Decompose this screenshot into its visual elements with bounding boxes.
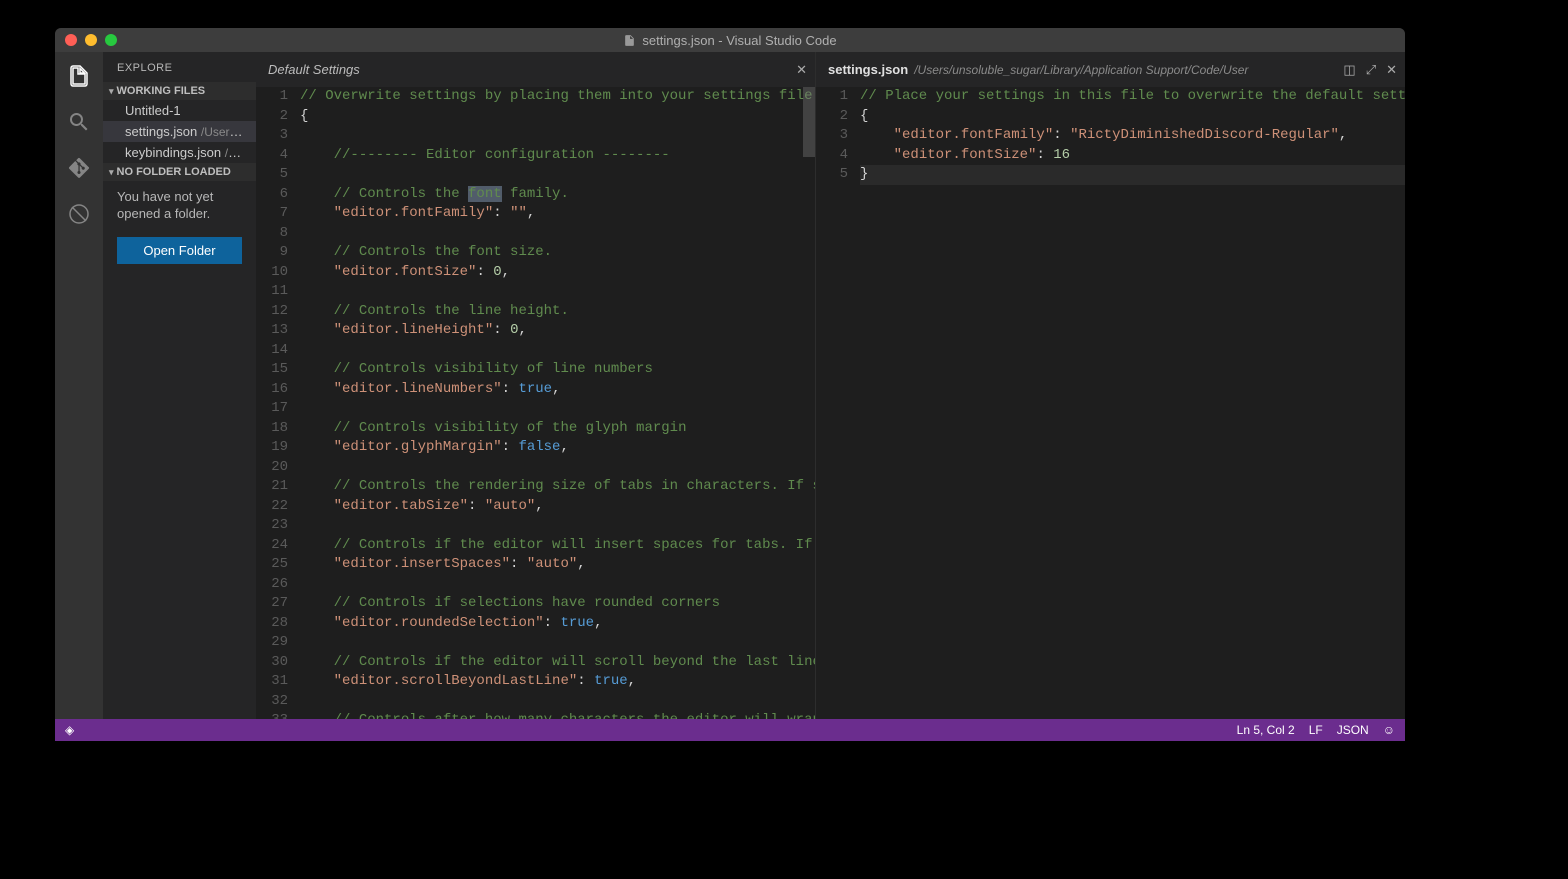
working-file-item[interactable]: Untitled-1	[103, 100, 256, 121]
main-area: EXPLORE ▾ WORKING FILES Untitled-1settin…	[55, 52, 1405, 719]
no-folder-label: NO FOLDER LOADED	[117, 166, 231, 178]
working-file-item[interactable]: settings.json /Users/u...	[103, 121, 256, 142]
minimize-window-button[interactable]	[85, 34, 97, 46]
open-folder-button[interactable]: Open Folder	[117, 237, 242, 264]
tab-bar-left: Default Settings ✕	[256, 52, 815, 87]
explorer-icon[interactable]	[65, 62, 93, 90]
activity-bar	[55, 52, 103, 719]
file-icon	[623, 34, 636, 47]
no-folder-message: You have not yet opened a folder.	[103, 181, 256, 231]
working-files-list: Untitled-1settings.json /Users/u...keybi…	[103, 100, 256, 163]
editors-container: Default Settings ✕ 123456789101112131415…	[256, 52, 1405, 719]
status-eol[interactable]: LF	[1309, 723, 1323, 737]
tab-default-settings[interactable]: Default Settings	[268, 62, 360, 77]
working-files-label: WORKING FILES	[117, 85, 206, 97]
status-git-icon[interactable]: ◈	[65, 723, 74, 737]
sidebar: EXPLORE ▾ WORKING FILES Untitled-1settin…	[103, 52, 256, 719]
editor-pane-right: settings.json /Users/unsoluble_sugar/Lib…	[816, 52, 1405, 719]
chevron-down-icon: ▾	[109, 167, 114, 178]
scrollbar-vertical[interactable]	[803, 87, 815, 157]
chevron-down-icon: ▾	[109, 86, 114, 97]
close-tab-icon[interactable]: ✕	[796, 62, 807, 78]
debug-icon[interactable]	[65, 200, 93, 228]
status-feedback-icon[interactable]: ☺	[1383, 723, 1395, 737]
line-gutter: 12345	[816, 87, 860, 719]
line-gutter: 1234567891011121314151617181920212223242…	[256, 87, 300, 719]
tab-settings-json[interactable]: settings.json	[828, 62, 908, 77]
close-tab-icon[interactable]: ✕	[1386, 62, 1397, 78]
sidebar-title: EXPLORE	[103, 52, 256, 82]
editor-pane-left: Default Settings ✕ 123456789101112131415…	[256, 52, 816, 719]
tab-bar-right: settings.json /Users/unsoluble_sugar/Lib…	[816, 52, 1405, 87]
code-content: // Overwrite settings by placing them in…	[300, 87, 815, 719]
code-editor-left[interactable]: 1234567891011121314151617181920212223242…	[256, 87, 815, 719]
open-file-icon[interactable]: ⤢	[1366, 62, 1376, 78]
tab-path: /Users/unsoluble_sugar/Library/Applicati…	[914, 63, 1248, 77]
working-files-header[interactable]: ▾ WORKING FILES	[103, 82, 256, 100]
vscode-window: settings.json - Visual Studio Code EXPLO…	[55, 28, 1405, 741]
code-content: // Place your settings in this file to o…	[860, 87, 1405, 719]
traffic-lights	[55, 34, 117, 46]
titlebar: settings.json - Visual Studio Code	[55, 28, 1405, 52]
status-cursor-pos[interactable]: Ln 5, Col 2	[1237, 723, 1295, 737]
zoom-window-button[interactable]	[105, 34, 117, 46]
search-icon[interactable]	[65, 108, 93, 136]
split-editor-icon[interactable]: ◫	[1343, 62, 1355, 78]
working-file-item[interactable]: keybindings.json /Use...	[103, 142, 256, 163]
code-editor-right[interactable]: 12345 // Place your settings in this fil…	[816, 87, 1405, 719]
status-bar: ◈ Ln 5, Col 2 LF JSON ☺	[55, 719, 1405, 741]
git-icon[interactable]	[65, 154, 93, 182]
close-window-button[interactable]	[65, 34, 77, 46]
no-folder-header[interactable]: ▾ NO FOLDER LOADED	[103, 163, 256, 181]
window-title: settings.json - Visual Studio Code	[55, 33, 1405, 48]
status-lang[interactable]: JSON	[1337, 723, 1369, 737]
